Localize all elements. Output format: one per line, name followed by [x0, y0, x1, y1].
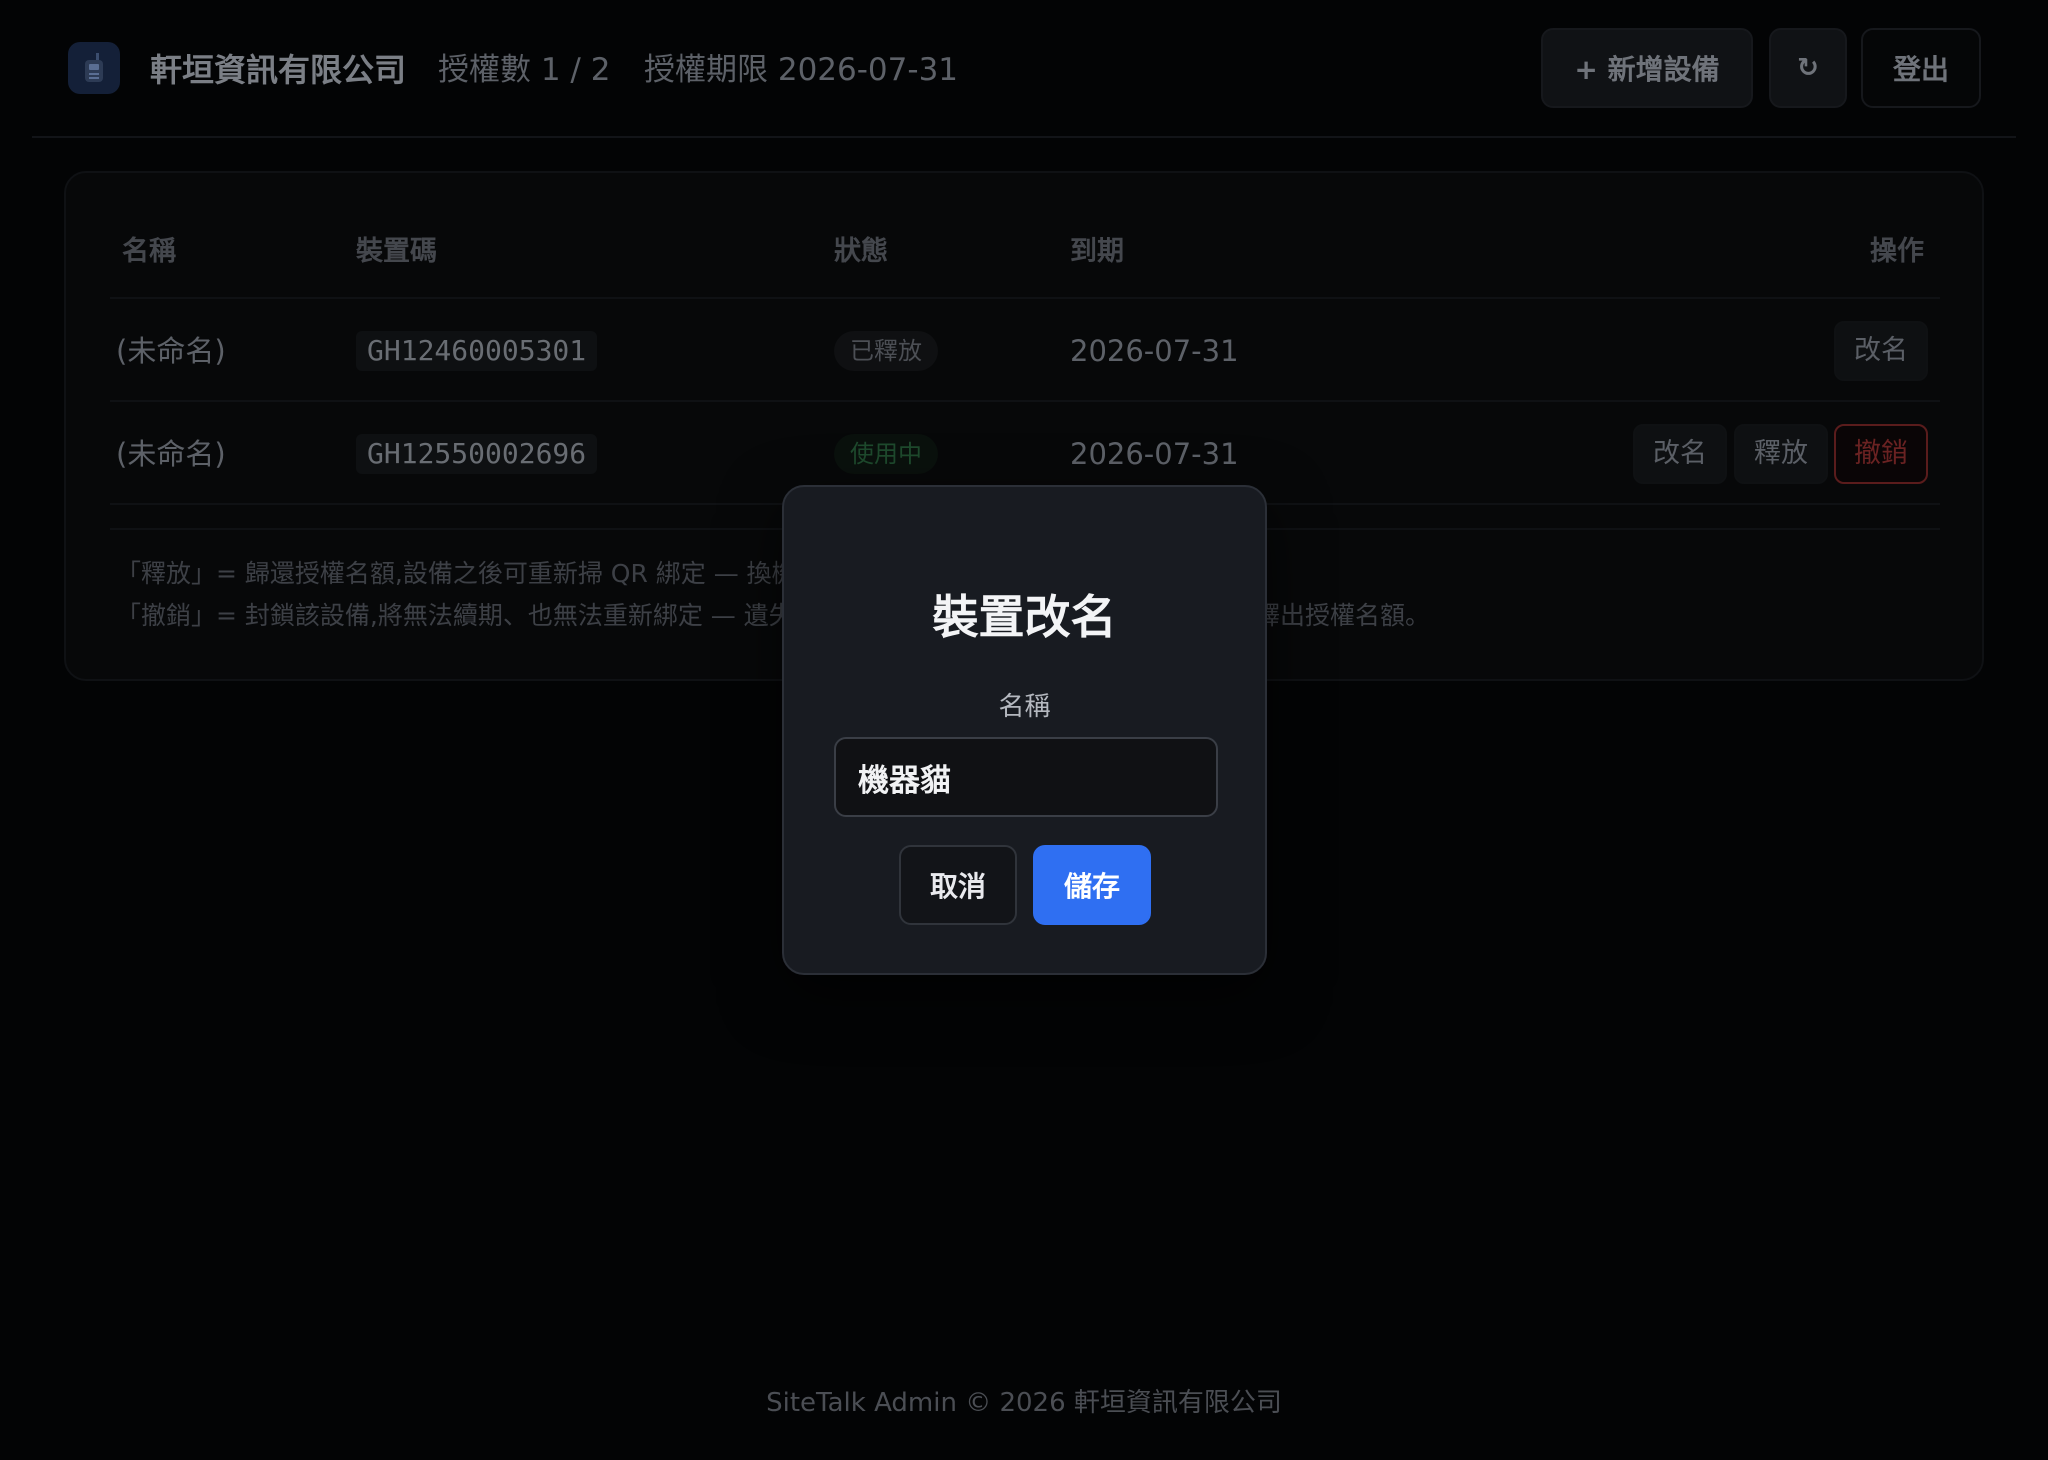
rename-button[interactable]: 改名: [1633, 424, 1727, 484]
save-button[interactable]: 儲存: [1033, 845, 1151, 925]
page: 軒垣資訊有限公司 授權數 1 / 2 授權期限 2026-07-31 + 新增設…: [0, 0, 2048, 1460]
column-header-actions: 操作: [1870, 236, 1924, 267]
revoke-note: 「撤銷」= 封鎖該設備,將無法續期、也無法重新綁定 — 遺失: [116, 601, 794, 630]
footer: SiteTalk Admin © 2026 軒垣資訊有限公司: [766, 1388, 1282, 1418]
rename-dialog: 裝置改名 名稱 取消 儲存: [782, 485, 1267, 975]
cancel-button[interactable]: 取消: [899, 845, 1017, 925]
revoke-button[interactable]: 撤銷: [1834, 424, 1928, 484]
column-header-expiry: 到期: [1070, 236, 1124, 267]
divider: [110, 400, 1940, 402]
license-expiry: 授權期限 2026-07-31: [644, 52, 959, 88]
name-input[interactable]: [834, 737, 1218, 817]
name-label: 名稱: [998, 692, 1051, 722]
divider: [110, 297, 1940, 299]
release-button[interactable]: 釋放: [1734, 424, 1828, 484]
license-count: 授權數 1 / 2: [438, 52, 611, 88]
device-expiry: 2026-07-31: [1070, 437, 1239, 471]
walkie-talkie-icon: [68, 42, 120, 94]
refresh-button[interactable]: ↻: [1769, 28, 1847, 108]
column-header-status: 狀態: [834, 236, 888, 267]
device-name: (未命名): [116, 334, 226, 368]
release-note: 「釋放」= 歸還授權名額,設備之後可重新掃 QR 綁定 — 換機: [116, 559, 797, 588]
column-header-name: 名稱: [122, 236, 176, 267]
status-badge: 已釋放: [834, 331, 938, 371]
rename-button[interactable]: 改名: [1834, 321, 1928, 381]
device-code: GH12550002696: [356, 434, 598, 474]
status-badge: 使用中: [834, 434, 938, 474]
device-name: (未命名): [116, 437, 226, 471]
device-expiry: 2026-07-31: [1070, 334, 1239, 368]
company-name: 軒垣資訊有限公司: [150, 51, 407, 89]
logout-button[interactable]: 登出: [1861, 28, 1981, 108]
column-header-code: 裝置碼: [356, 236, 437, 267]
add-device-button[interactable]: + 新增設備: [1541, 28, 1753, 108]
dialog-title: 裝置改名: [932, 590, 1117, 644]
header: 軒垣資訊有限公司 授權數 1 / 2 授權期限 2026-07-31 + 新增設…: [32, 0, 2016, 138]
revoke-note-tail: 釋出授權名額。: [1255, 601, 1431, 630]
device-code: GH12460005301: [356, 331, 598, 371]
